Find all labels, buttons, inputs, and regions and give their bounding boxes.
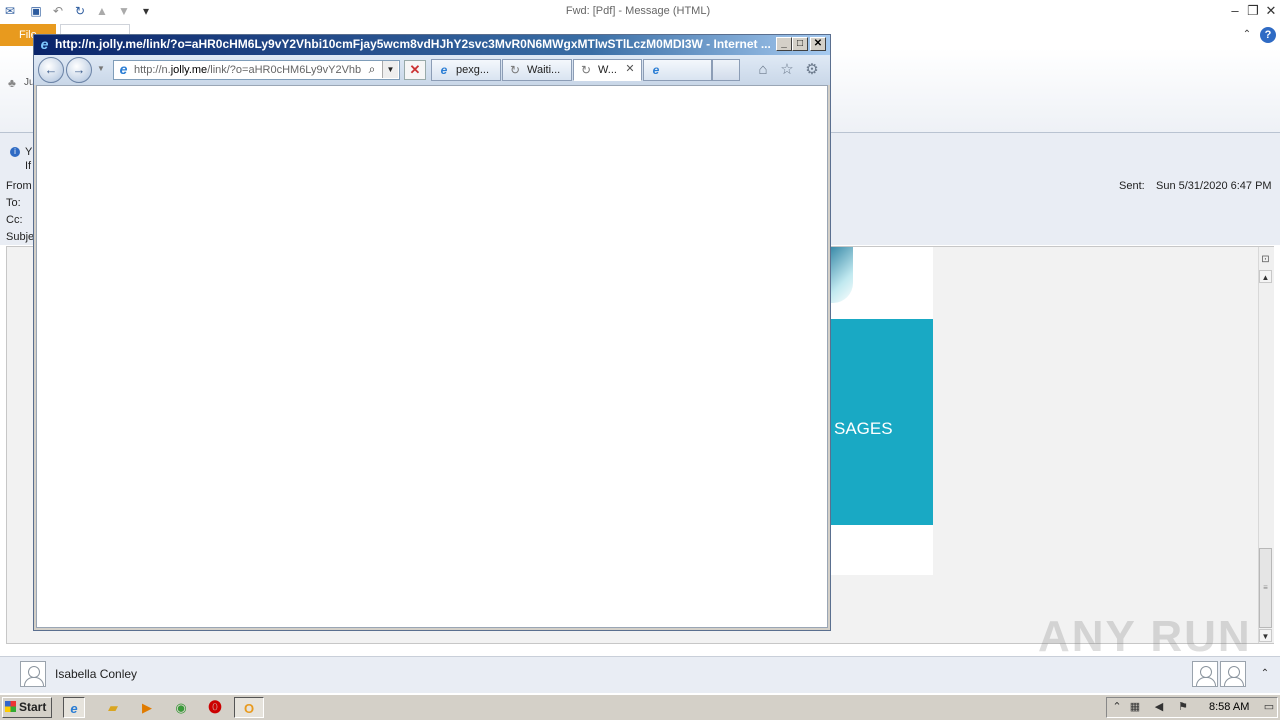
tray-network-icon[interactable]: ▦ — [1128, 699, 1142, 715]
ie-close-icon[interactable]: ✕ — [810, 37, 826, 51]
home-icon[interactable]: ⌂ — [754, 61, 772, 79]
email-banner-text: SAGES — [834, 419, 893, 438]
ie-icon: e — [652, 63, 660, 77]
sent-label: Sent: — [1119, 180, 1145, 192]
cc-label: Cc: — [6, 214, 23, 226]
ie-icon: e — [440, 63, 448, 77]
info-icon: i — [10, 147, 20, 157]
tab-1[interactable]: e pexg... — [431, 59, 501, 81]
scroll-down-icon[interactable]: ▼ — [1259, 629, 1272, 642]
taskbar-clock[interactable]: 8:58 AM — [1209, 701, 1249, 713]
show-desktop-icon[interactable]: ▭ — [1262, 699, 1276, 715]
recent-pages-dropdown-icon[interactable]: ▼ — [96, 64, 106, 74]
expand-people-pane-icon[interactable]: ⌃ — [1258, 667, 1272, 681]
taskbar-ie-icon[interactable]: e — [63, 697, 85, 718]
loading-icon: ↻ — [509, 63, 521, 77]
restore-icon[interactable]: ❐ — [1244, 2, 1262, 20]
tray-flag-icon[interactable]: ⚑ — [1176, 699, 1190, 715]
tab-close-icon[interactable]: ✕ — [624, 62, 636, 76]
help-icon[interactable]: ? — [1260, 27, 1276, 43]
loading-icon: ↻ — [580, 63, 592, 77]
tray-volume-icon[interactable]: ◀ — [1152, 699, 1166, 715]
tab-label: pexg... — [456, 64, 490, 76]
taskbar-media-player-icon[interactable]: ▶ — [136, 697, 158, 718]
address-path: /link/?o=aHR0cHM6Ly9vY2Vhb — [207, 64, 362, 76]
taskbar — [0, 694, 1280, 720]
address-dropdown-icon[interactable]: ▼ — [382, 61, 398, 78]
minimize-icon[interactable]: – — [1226, 2, 1244, 20]
tab-4[interactable]: e — [643, 59, 712, 81]
outlook-window-title: Fwd: [Pdf] - Message (HTML) — [565, 5, 711, 17]
people-avatar-1[interactable] — [1192, 661, 1218, 687]
tab-label: Waiti... — [527, 64, 561, 76]
contact-name[interactable]: Isabella Conley — [55, 667, 137, 681]
taskbar-explorer-icon[interactable]: ▰ — [102, 697, 124, 718]
info-bar-line2: If — [25, 160, 32, 172]
address-host: jolly.me — [170, 64, 208, 76]
search-icon[interactable]: ⌕ — [365, 61, 379, 77]
taskbar-outlook-icon[interactable]: O — [234, 697, 264, 718]
back-button[interactable]: ← — [38, 57, 64, 83]
taskbar-chrome-icon[interactable]: ◉ — [170, 697, 192, 718]
ie-title-icon: e — [40, 36, 49, 52]
email-footer-panel — [831, 525, 933, 575]
address-input[interactable]: http://n.jolly.me/link/?o=aHR0cHM6Ly9vY2… — [134, 64, 364, 76]
sent-value: Sun 5/31/2020 6:47 PM — [1156, 180, 1272, 192]
forward-button[interactable]: → — [66, 57, 92, 83]
collapse-ribbon-icon[interactable]: ⌃ — [1240, 28, 1254, 42]
contact-avatar[interactable] — [20, 661, 46, 687]
ie-window-title: http://n.jolly.me/link/?o=aHR0cHM6Ly9vY2… — [55, 37, 771, 51]
close-icon[interactable]: ✕ — [1262, 2, 1280, 20]
settings-gear-icon[interactable]: ⚙ — [803, 61, 821, 79]
new-tab-button[interactable] — [712, 59, 740, 81]
favorites-star-icon[interactable]: ☆ — [778, 61, 796, 79]
tab-2[interactable]: ↻ Waiti... — [502, 59, 572, 81]
from-label: From — [6, 180, 32, 192]
tab-label: W... — [598, 64, 617, 76]
watermark: ANY RUN — [1038, 612, 1252, 661]
info-bar-line1: Y — [25, 146, 33, 158]
page-ie-icon: e — [119, 61, 128, 77]
ie-minimize-icon[interactable]: _ — [776, 37, 792, 51]
scroll-up-icon[interactable]: ▲ — [1259, 270, 1272, 283]
zoom-icon[interactable]: ⊡ — [1259, 253, 1272, 266]
junk-icon[interactable]: ♣ — [8, 76, 22, 90]
scroll-thumb[interactable]: ≡ — [1259, 548, 1272, 628]
address-prefix: http://n. — [134, 64, 171, 76]
windows-logo-icon — [5, 701, 16, 712]
taskbar-opera-icon[interactable]: ⓿ — [204, 697, 226, 718]
ie-page-content[interactable] — [36, 85, 828, 628]
people-avatar-2[interactable] — [1220, 661, 1246, 687]
tray-expand-icon[interactable]: ⌃ — [1110, 699, 1124, 715]
to-label: To: — [6, 197, 21, 209]
ie-maximize-icon[interactable]: □ — [792, 37, 808, 51]
subject-label: Subje — [6, 231, 35, 243]
stop-button[interactable]: ✕ — [404, 60, 426, 80]
